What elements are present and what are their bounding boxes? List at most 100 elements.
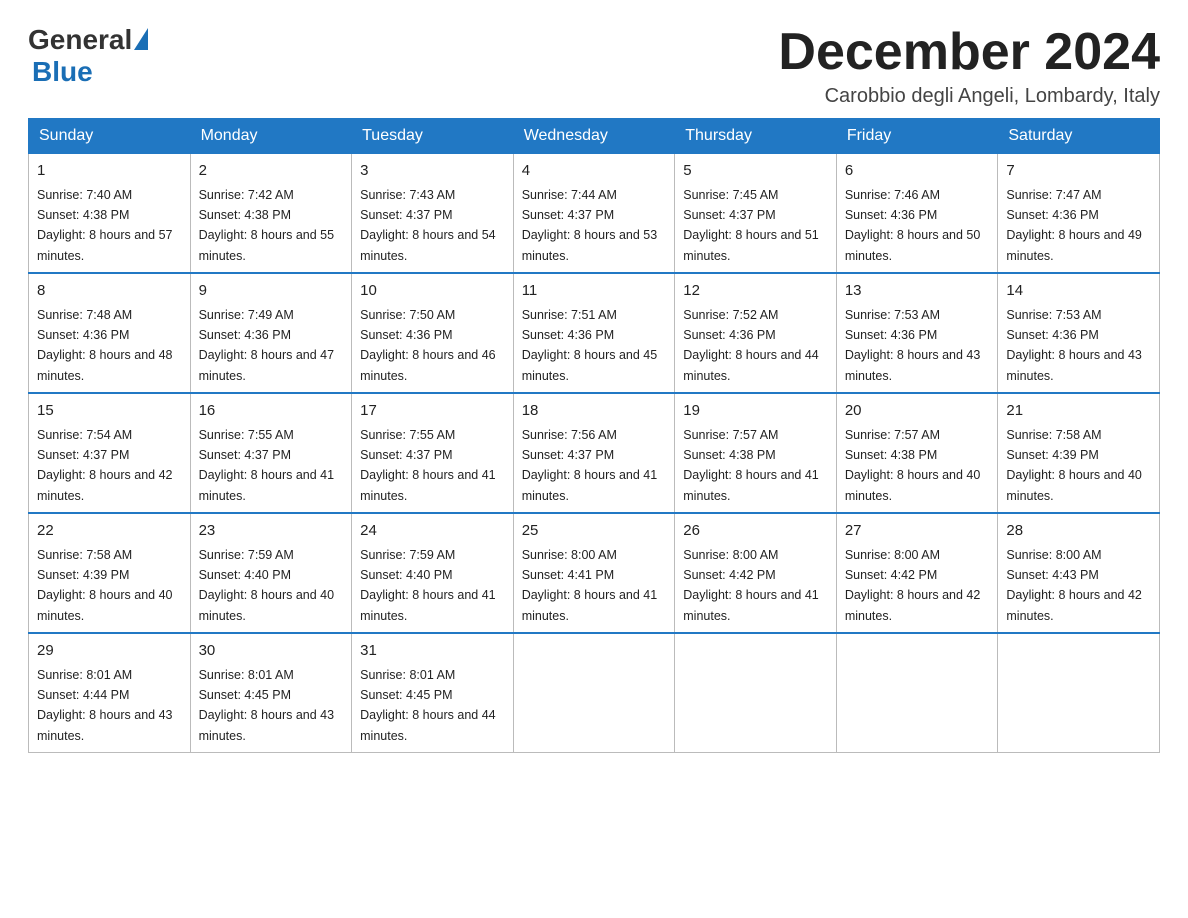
calendar-day-cell: 30 Sunrise: 8:01 AMSunset: 4:45 PMDaylig… (190, 633, 352, 753)
day-info: Sunrise: 7:46 AMSunset: 4:36 PMDaylight:… (845, 188, 981, 263)
day-number: 15 (37, 400, 182, 423)
day-info: Sunrise: 7:49 AMSunset: 4:36 PMDaylight:… (199, 308, 335, 383)
calendar-day-cell: 21 Sunrise: 7:58 AMSunset: 4:39 PMDaylig… (998, 393, 1160, 513)
day-number: 31 (360, 640, 505, 663)
calendar-week-row: 15 Sunrise: 7:54 AMSunset: 4:37 PMDaylig… (29, 393, 1160, 513)
calendar-day-cell: 9 Sunrise: 7:49 AMSunset: 4:36 PMDayligh… (190, 273, 352, 393)
day-info: Sunrise: 7:55 AMSunset: 4:37 PMDaylight:… (199, 428, 335, 503)
day-number: 24 (360, 520, 505, 543)
calendar-day-cell (675, 633, 837, 753)
calendar-day-cell: 18 Sunrise: 7:56 AMSunset: 4:37 PMDaylig… (513, 393, 675, 513)
day-info: Sunrise: 7:47 AMSunset: 4:36 PMDaylight:… (1006, 188, 1142, 263)
title-block: December 2024 Carobbio degli Angeli, Lom… (778, 24, 1160, 108)
day-info: Sunrise: 8:00 AMSunset: 4:43 PMDaylight:… (1006, 548, 1142, 623)
calendar-week-row: 22 Sunrise: 7:58 AMSunset: 4:39 PMDaylig… (29, 513, 1160, 633)
day-info: Sunrise: 7:45 AMSunset: 4:37 PMDaylight:… (683, 188, 819, 263)
day-number: 19 (683, 400, 828, 423)
day-info: Sunrise: 7:54 AMSunset: 4:37 PMDaylight:… (37, 428, 173, 503)
day-number: 7 (1006, 160, 1151, 183)
calendar-week-row: 29 Sunrise: 8:01 AMSunset: 4:44 PMDaylig… (29, 633, 1160, 753)
day-info: Sunrise: 7:57 AMSunset: 4:38 PMDaylight:… (683, 428, 819, 503)
logo: General Blue (28, 24, 148, 88)
day-number: 6 (845, 160, 990, 183)
day-info: Sunrise: 7:56 AMSunset: 4:37 PMDaylight:… (522, 428, 658, 503)
day-info: Sunrise: 7:59 AMSunset: 4:40 PMDaylight:… (360, 548, 496, 623)
day-number: 20 (845, 400, 990, 423)
calendar-day-cell: 11 Sunrise: 7:51 AMSunset: 4:36 PMDaylig… (513, 273, 675, 393)
weekday-header-tuesday: Tuesday (352, 119, 514, 154)
day-number: 11 (522, 280, 667, 303)
calendar-day-cell: 20 Sunrise: 7:57 AMSunset: 4:38 PMDaylig… (836, 393, 998, 513)
calendar-week-row: 8 Sunrise: 7:48 AMSunset: 4:36 PMDayligh… (29, 273, 1160, 393)
calendar-day-cell: 5 Sunrise: 7:45 AMSunset: 4:37 PMDayligh… (675, 154, 837, 274)
day-info: Sunrise: 8:00 AMSunset: 4:42 PMDaylight:… (683, 548, 819, 623)
calendar-day-cell: 23 Sunrise: 7:59 AMSunset: 4:40 PMDaylig… (190, 513, 352, 633)
calendar-day-cell: 7 Sunrise: 7:47 AMSunset: 4:36 PMDayligh… (998, 154, 1160, 274)
day-number: 13 (845, 280, 990, 303)
calendar-day-cell: 15 Sunrise: 7:54 AMSunset: 4:37 PMDaylig… (29, 393, 191, 513)
day-info: Sunrise: 7:42 AMSunset: 4:38 PMDaylight:… (199, 188, 335, 263)
day-number: 26 (683, 520, 828, 543)
calendar-day-cell: 22 Sunrise: 7:58 AMSunset: 4:39 PMDaylig… (29, 513, 191, 633)
calendar-day-cell (998, 633, 1160, 753)
day-info: Sunrise: 7:44 AMSunset: 4:37 PMDaylight:… (522, 188, 658, 263)
day-number: 8 (37, 280, 182, 303)
day-info: Sunrise: 8:01 AMSunset: 4:44 PMDaylight:… (37, 668, 173, 743)
day-number: 17 (360, 400, 505, 423)
calendar-day-cell: 6 Sunrise: 7:46 AMSunset: 4:36 PMDayligh… (836, 154, 998, 274)
calendar-table: SundayMondayTuesdayWednesdayThursdayFrid… (28, 118, 1160, 753)
day-info: Sunrise: 7:50 AMSunset: 4:36 PMDaylight:… (360, 308, 496, 383)
calendar-day-cell: 31 Sunrise: 8:01 AMSunset: 4:45 PMDaylig… (352, 633, 514, 753)
day-number: 27 (845, 520, 990, 543)
day-number: 25 (522, 520, 667, 543)
day-number: 4 (522, 160, 667, 183)
day-info: Sunrise: 7:43 AMSunset: 4:37 PMDaylight:… (360, 188, 496, 263)
weekday-header-monday: Monday (190, 119, 352, 154)
calendar-day-cell: 19 Sunrise: 7:57 AMSunset: 4:38 PMDaylig… (675, 393, 837, 513)
calendar-day-cell: 2 Sunrise: 7:42 AMSunset: 4:38 PMDayligh… (190, 154, 352, 274)
day-number: 5 (683, 160, 828, 183)
day-info: Sunrise: 7:53 AMSunset: 4:36 PMDaylight:… (1006, 308, 1142, 383)
calendar-day-cell: 12 Sunrise: 7:52 AMSunset: 4:36 PMDaylig… (675, 273, 837, 393)
logo-triangle-icon (134, 28, 148, 50)
day-info: Sunrise: 7:51 AMSunset: 4:36 PMDaylight:… (522, 308, 658, 383)
weekday-header-sunday: Sunday (29, 119, 191, 154)
calendar-day-cell: 4 Sunrise: 7:44 AMSunset: 4:37 PMDayligh… (513, 154, 675, 274)
day-info: Sunrise: 7:53 AMSunset: 4:36 PMDaylight:… (845, 308, 981, 383)
page-header: General Blue December 2024 Carobbio degl… (28, 24, 1160, 108)
day-number: 22 (37, 520, 182, 543)
day-number: 2 (199, 160, 344, 183)
logo-blue-text: Blue (32, 56, 93, 88)
day-number: 14 (1006, 280, 1151, 303)
day-info: Sunrise: 7:57 AMSunset: 4:38 PMDaylight:… (845, 428, 981, 503)
calendar-day-cell: 16 Sunrise: 7:55 AMSunset: 4:37 PMDaylig… (190, 393, 352, 513)
calendar-day-cell: 1 Sunrise: 7:40 AMSunset: 4:38 PMDayligh… (29, 154, 191, 274)
day-info: Sunrise: 7:40 AMSunset: 4:38 PMDaylight:… (37, 188, 173, 263)
day-number: 30 (199, 640, 344, 663)
day-number: 9 (199, 280, 344, 303)
calendar-day-cell: 24 Sunrise: 7:59 AMSunset: 4:40 PMDaylig… (352, 513, 514, 633)
weekday-header-wednesday: Wednesday (513, 119, 675, 154)
weekday-header-row: SundayMondayTuesdayWednesdayThursdayFrid… (29, 119, 1160, 154)
day-number: 29 (37, 640, 182, 663)
calendar-week-row: 1 Sunrise: 7:40 AMSunset: 4:38 PMDayligh… (29, 154, 1160, 274)
calendar-day-cell: 8 Sunrise: 7:48 AMSunset: 4:36 PMDayligh… (29, 273, 191, 393)
day-info: Sunrise: 7:52 AMSunset: 4:36 PMDaylight:… (683, 308, 819, 383)
day-info: Sunrise: 7:55 AMSunset: 4:37 PMDaylight:… (360, 428, 496, 503)
day-number: 12 (683, 280, 828, 303)
day-info: Sunrise: 8:01 AMSunset: 4:45 PMDaylight:… (199, 668, 335, 743)
weekday-header-thursday: Thursday (675, 119, 837, 154)
day-number: 1 (37, 160, 182, 183)
day-info: Sunrise: 8:00 AMSunset: 4:41 PMDaylight:… (522, 548, 658, 623)
calendar-day-cell: 14 Sunrise: 7:53 AMSunset: 4:36 PMDaylig… (998, 273, 1160, 393)
day-number: 16 (199, 400, 344, 423)
month-title: December 2024 (778, 24, 1160, 81)
logo-general-text: General (28, 24, 132, 56)
day-info: Sunrise: 8:01 AMSunset: 4:45 PMDaylight:… (360, 668, 496, 743)
day-info: Sunrise: 7:58 AMSunset: 4:39 PMDaylight:… (1006, 428, 1142, 503)
calendar-day-cell: 28 Sunrise: 8:00 AMSunset: 4:43 PMDaylig… (998, 513, 1160, 633)
day-number: 3 (360, 160, 505, 183)
day-number: 21 (1006, 400, 1151, 423)
calendar-day-cell: 17 Sunrise: 7:55 AMSunset: 4:37 PMDaylig… (352, 393, 514, 513)
day-info: Sunrise: 7:59 AMSunset: 4:40 PMDaylight:… (199, 548, 335, 623)
